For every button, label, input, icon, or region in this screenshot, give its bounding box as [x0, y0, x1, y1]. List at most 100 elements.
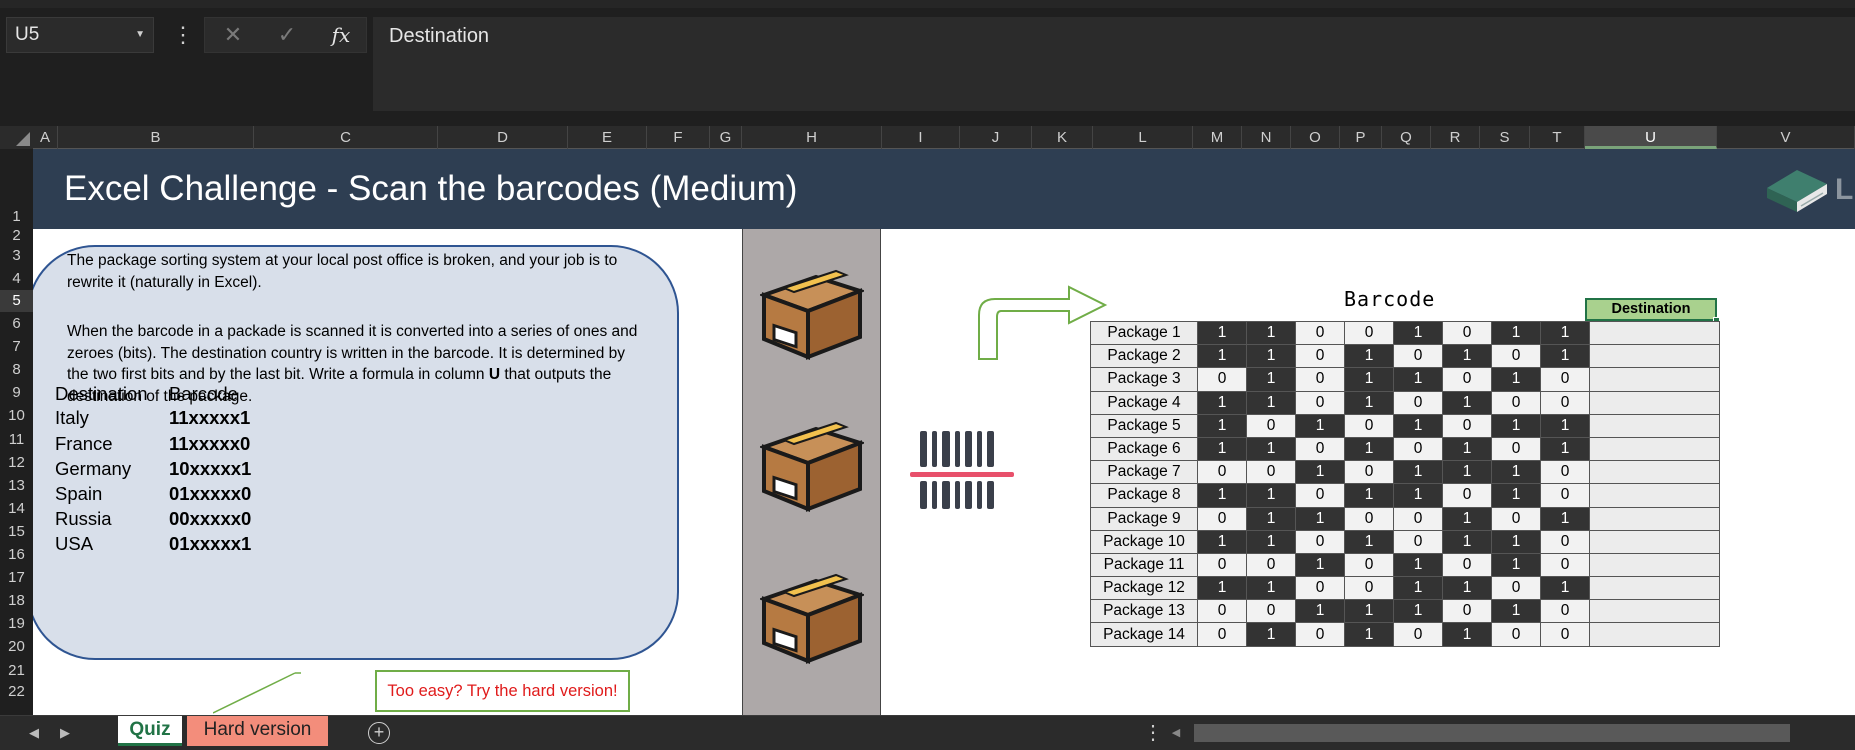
bit-cell[interactable]: 0 [1393, 529, 1443, 554]
bit-cell[interactable]: 0 [1442, 320, 1492, 346]
bit-cell[interactable]: 1 [1344, 622, 1394, 647]
bit-cell[interactable]: 0 [1295, 483, 1345, 508]
column-header-d[interactable]: D [438, 126, 568, 149]
bit-cell[interactable]: 0 [1442, 552, 1492, 578]
bit-cell[interactable]: 1 [1442, 506, 1492, 531]
destination-cell[interactable] [1589, 552, 1720, 578]
column-header-f[interactable]: F [647, 126, 710, 149]
bit-cell[interactable]: 0 [1295, 436, 1345, 462]
column-header-i[interactable]: I [882, 126, 960, 149]
row-header-2[interactable]: 2 [0, 228, 33, 244]
add-sheet-icon[interactable]: + [368, 722, 390, 744]
row-header-6[interactable]: 6 [0, 312, 33, 335]
row-header-5[interactable]: 5 [0, 290, 33, 312]
bit-cell[interactable]: 1 [1246, 483, 1296, 508]
bit-cell[interactable]: 0 [1540, 599, 1590, 624]
cancel-icon[interactable]: ✕ [213, 18, 253, 52]
row-header-14[interactable]: 14 [0, 497, 33, 520]
row-header-15[interactable]: 15 [0, 520, 33, 543]
bit-cell[interactable]: 1 [1393, 483, 1443, 508]
bit-cell[interactable]: 1 [1491, 460, 1541, 485]
column-header-p[interactable]: P [1340, 126, 1382, 149]
bit-cell[interactable]: 1 [1442, 622, 1492, 647]
bit-cell[interactable]: 0 [1344, 552, 1394, 578]
bit-cell[interactable]: 0 [1295, 390, 1345, 415]
destination-cell[interactable] [1589, 599, 1720, 624]
column-header-b[interactable]: B [58, 126, 254, 149]
destination-cell[interactable] [1589, 413, 1720, 438]
bit-cell[interactable]: 0 [1393, 506, 1443, 531]
column-header-t[interactable]: T [1530, 126, 1585, 149]
scroll-left-icon[interactable]: ◀ [1168, 722, 1184, 744]
row-header-4[interactable]: 4 [0, 267, 33, 290]
destination-cell[interactable] [1589, 576, 1720, 601]
bit-cell[interactable]: 0 [1393, 436, 1443, 462]
bit-cell[interactable]: 0 [1197, 367, 1247, 392]
bit-cell[interactable]: 0 [1295, 344, 1345, 369]
bit-cell[interactable]: 0 [1540, 622, 1590, 647]
bit-cell[interactable]: 0 [1393, 390, 1443, 415]
destination-cell[interactable] [1589, 320, 1720, 346]
package-label-cell[interactable]: Package 9 [1090, 506, 1198, 531]
bit-cell[interactable]: 1 [1197, 390, 1247, 415]
destination-cell[interactable] [1589, 460, 1720, 485]
bit-cell[interactable]: 0 [1246, 413, 1296, 438]
bit-cell[interactable]: 0 [1491, 344, 1541, 369]
column-header-a[interactable]: A [33, 126, 58, 149]
bit-cell[interactable]: 0 [1295, 576, 1345, 601]
package-label-cell[interactable]: Package 12 [1090, 576, 1198, 601]
bit-cell[interactable]: 0 [1344, 576, 1394, 601]
package-label-cell[interactable]: Package 1 [1090, 320, 1198, 346]
bit-cell[interactable]: 1 [1540, 436, 1590, 462]
package-label-cell[interactable]: Package 6 [1090, 436, 1198, 462]
bit-cell[interactable]: 0 [1344, 320, 1394, 346]
bit-cell[interactable]: 1 [1344, 436, 1394, 462]
next-sheet-icon[interactable]: ▶ [55, 716, 75, 750]
package-label-cell[interactable]: Package 10 [1090, 529, 1198, 554]
column-header-g[interactable]: G [710, 126, 742, 149]
bit-cell[interactable]: 1 [1393, 599, 1443, 624]
row-header-13[interactable]: 13 [0, 474, 33, 497]
bit-cell[interactable]: 1 [1344, 390, 1394, 415]
destination-cell[interactable] [1589, 506, 1720, 531]
row-header-21[interactable]: 21 [0, 659, 33, 682]
bit-cell[interactable]: 0 [1344, 460, 1394, 485]
package-label-cell[interactable]: Package 3 [1090, 367, 1198, 392]
column-header-m[interactable]: M [1193, 126, 1242, 149]
bit-cell[interactable]: 1 [1246, 576, 1296, 601]
bit-cell[interactable]: 1 [1540, 576, 1590, 601]
name-box[interactable]: U5 ▼ [6, 17, 154, 53]
column-header-u[interactable]: U [1585, 126, 1717, 149]
bit-cell[interactable]: 0 [1491, 506, 1541, 531]
tab-hard-version[interactable]: Hard version [187, 716, 328, 746]
destination-cell[interactable] [1589, 367, 1720, 392]
bit-cell[interactable]: 0 [1393, 622, 1443, 647]
prev-sheet-icon[interactable]: ◀ [24, 716, 44, 750]
tab-bar-more-icon[interactable]: ⋮ [1143, 716, 1163, 750]
package-label-cell[interactable]: Package 2 [1090, 344, 1198, 369]
column-header-o[interactable]: O [1291, 126, 1340, 149]
bit-cell[interactable]: 1 [1540, 413, 1590, 438]
bit-cell[interactable]: 1 [1393, 413, 1443, 438]
package-label-cell[interactable]: Package 4 [1090, 390, 1198, 415]
bit-cell[interactable]: 0 [1197, 552, 1247, 578]
row-header-22[interactable]: 22 [0, 682, 33, 702]
package-label-cell[interactable]: Package 5 [1090, 413, 1198, 438]
bit-cell[interactable]: 1 [1246, 529, 1296, 554]
bit-cell[interactable]: 1 [1491, 552, 1541, 578]
bit-cell[interactable]: 1 [1442, 344, 1492, 369]
bit-cell[interactable]: 1 [1246, 436, 1296, 462]
hard-version-link[interactable]: Too easy? Try the hard version! [375, 670, 630, 712]
enter-icon[interactable]: ✓ [267, 18, 307, 52]
package-label-cell[interactable]: Package 7 [1090, 460, 1198, 485]
bit-cell[interactable]: 1 [1442, 576, 1492, 601]
bit-cell[interactable]: 1 [1442, 529, 1492, 554]
bit-cell[interactable]: 1 [1295, 413, 1345, 438]
bit-cell[interactable]: 1 [1393, 460, 1443, 485]
destination-cell[interactable] [1589, 390, 1720, 415]
bit-cell[interactable]: 0 [1442, 599, 1492, 624]
bit-cell[interactable]: 1 [1344, 599, 1394, 624]
bit-cell[interactable]: 0 [1344, 506, 1394, 531]
bit-cell[interactable]: 1 [1344, 367, 1394, 392]
bit-cell[interactable]: 0 [1197, 460, 1247, 485]
